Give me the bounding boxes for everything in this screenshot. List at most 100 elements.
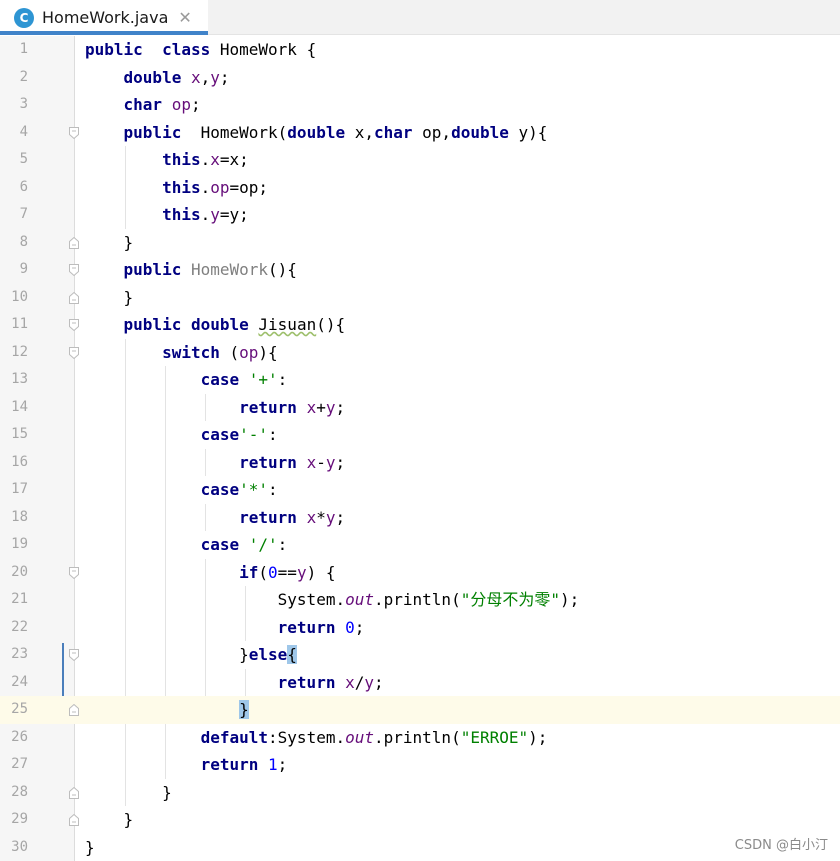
fold-start-icon[interactable] (69, 649, 79, 661)
tab-filename: HomeWork.java (42, 8, 169, 27)
code-token: double (287, 122, 346, 142)
code-text[interactable]: case '/': (85, 531, 288, 559)
code-token: out (345, 590, 374, 609)
code-token: return (277, 672, 336, 692)
code-token: .println( (374, 727, 461, 747)
fold-end-icon[interactable] (69, 704, 79, 716)
code-token: '-' (239, 425, 269, 444)
code-token: (){ (316, 315, 346, 334)
code-text[interactable]: case '+': (85, 366, 288, 394)
code-text[interactable]: if(0==y) { (85, 559, 335, 587)
code-token: ; (335, 452, 346, 472)
code-text[interactable]: switch (op){ (85, 339, 278, 367)
line-number: 13 (11, 371, 28, 387)
code-token: ; (374, 672, 384, 692)
code-token: return (239, 397, 297, 417)
code-text[interactable]: case'-': (85, 421, 278, 449)
code-text[interactable]: char op; (85, 91, 201, 119)
code-token: "ERROE" (460, 727, 529, 747)
code-text[interactable]: } (85, 806, 134, 834)
tab-homework-java[interactable]: C HomeWork.java ✕ (0, 0, 208, 35)
code-text[interactable]: this.y=y; (85, 201, 249, 229)
fold-start-icon[interactable] (69, 346, 79, 359)
code-text[interactable]: double x,y; (85, 64, 230, 92)
code-token: char (123, 95, 163, 114)
code-token: ); (559, 590, 580, 609)
code-token: y (364, 672, 375, 692)
code-text[interactable]: return x*y; (85, 504, 345, 532)
code-text[interactable]: } (85, 834, 95, 861)
code-token: } (85, 232, 134, 252)
code-token: double (190, 315, 249, 334)
fold-start-icon[interactable] (69, 319, 79, 331)
code-text[interactable]: System.out.println("分母不为零"); (85, 586, 580, 614)
close-tab-icon[interactable]: ✕ (178, 8, 191, 27)
code-token: op (171, 95, 191, 114)
code-text[interactable]: } (85, 779, 172, 807)
code-text[interactable]: return x-y; (85, 449, 345, 477)
fold-start-icon[interactable] (69, 126, 79, 139)
code-text[interactable]: } (85, 229, 134, 257)
code-text[interactable]: public HomeWork(double x,char op,double … (85, 119, 548, 147)
fold-end-icon[interactable] (69, 236, 79, 249)
code-text[interactable]: return x+y; (85, 394, 345, 422)
fold-start-icon[interactable] (69, 264, 79, 276)
code-token: op (239, 342, 259, 362)
code-token: y (210, 205, 220, 224)
line-number: 21 (11, 591, 28, 607)
code-text[interactable]: }else{ (85, 641, 297, 669)
code-token: , (200, 67, 211, 87)
code-token: case (200, 370, 240, 389)
code-text[interactable]: this.x=x; (85, 146, 249, 174)
fold-end-icon[interactable] (69, 291, 79, 304)
code-token: '/' (248, 535, 278, 554)
code-token: return (239, 452, 297, 472)
code-token: (){ (268, 260, 297, 279)
code-token: ; (219, 67, 230, 87)
code-token: this (162, 150, 201, 169)
code-token: .println( (374, 590, 461, 609)
fold-start-icon[interactable] (69, 566, 79, 579)
code-token: . (200, 177, 211, 197)
code-token: char (374, 122, 413, 142)
java-class-icon: C (14, 7, 34, 28)
fold-end-icon[interactable] (69, 786, 79, 799)
code-token: System. (85, 590, 346, 609)
code-token: public (123, 260, 182, 279)
code-token: HomeWork { (210, 40, 317, 59)
code-token: :System. (268, 727, 346, 747)
line-number: 14 (11, 398, 28, 415)
code-text[interactable]: case'*': (85, 476, 278, 504)
fold-end-icon[interactable] (69, 814, 79, 826)
code-text[interactable]: this.op=op; (85, 174, 268, 202)
active-tab-underline (0, 31, 208, 35)
code-text[interactable]: } (85, 696, 249, 724)
code-token: x (210, 150, 220, 169)
code-text[interactable]: public HomeWork(){ (85, 256, 297, 284)
code-text[interactable]: default:System.out.println("ERROE"); (85, 724, 548, 752)
code-token: } (85, 287, 134, 307)
code-text[interactable]: return x/y; (85, 669, 384, 697)
code-token: : (277, 535, 288, 554)
code-text[interactable]: public double Jisuan(){ (85, 311, 346, 339)
code-text[interactable]: } (85, 284, 134, 312)
code-text[interactable]: return 0; (85, 614, 365, 642)
code-token: double (123, 67, 182, 87)
code-token: ; (335, 507, 346, 527)
code-token: { (287, 645, 297, 664)
code-token: return (277, 617, 336, 637)
line-number: 15 (11, 426, 28, 442)
line-number: 22 (11, 618, 28, 635)
code-text[interactable]: public class HomeWork { (85, 36, 316, 64)
code-text[interactable]: return 1; (85, 751, 288, 779)
